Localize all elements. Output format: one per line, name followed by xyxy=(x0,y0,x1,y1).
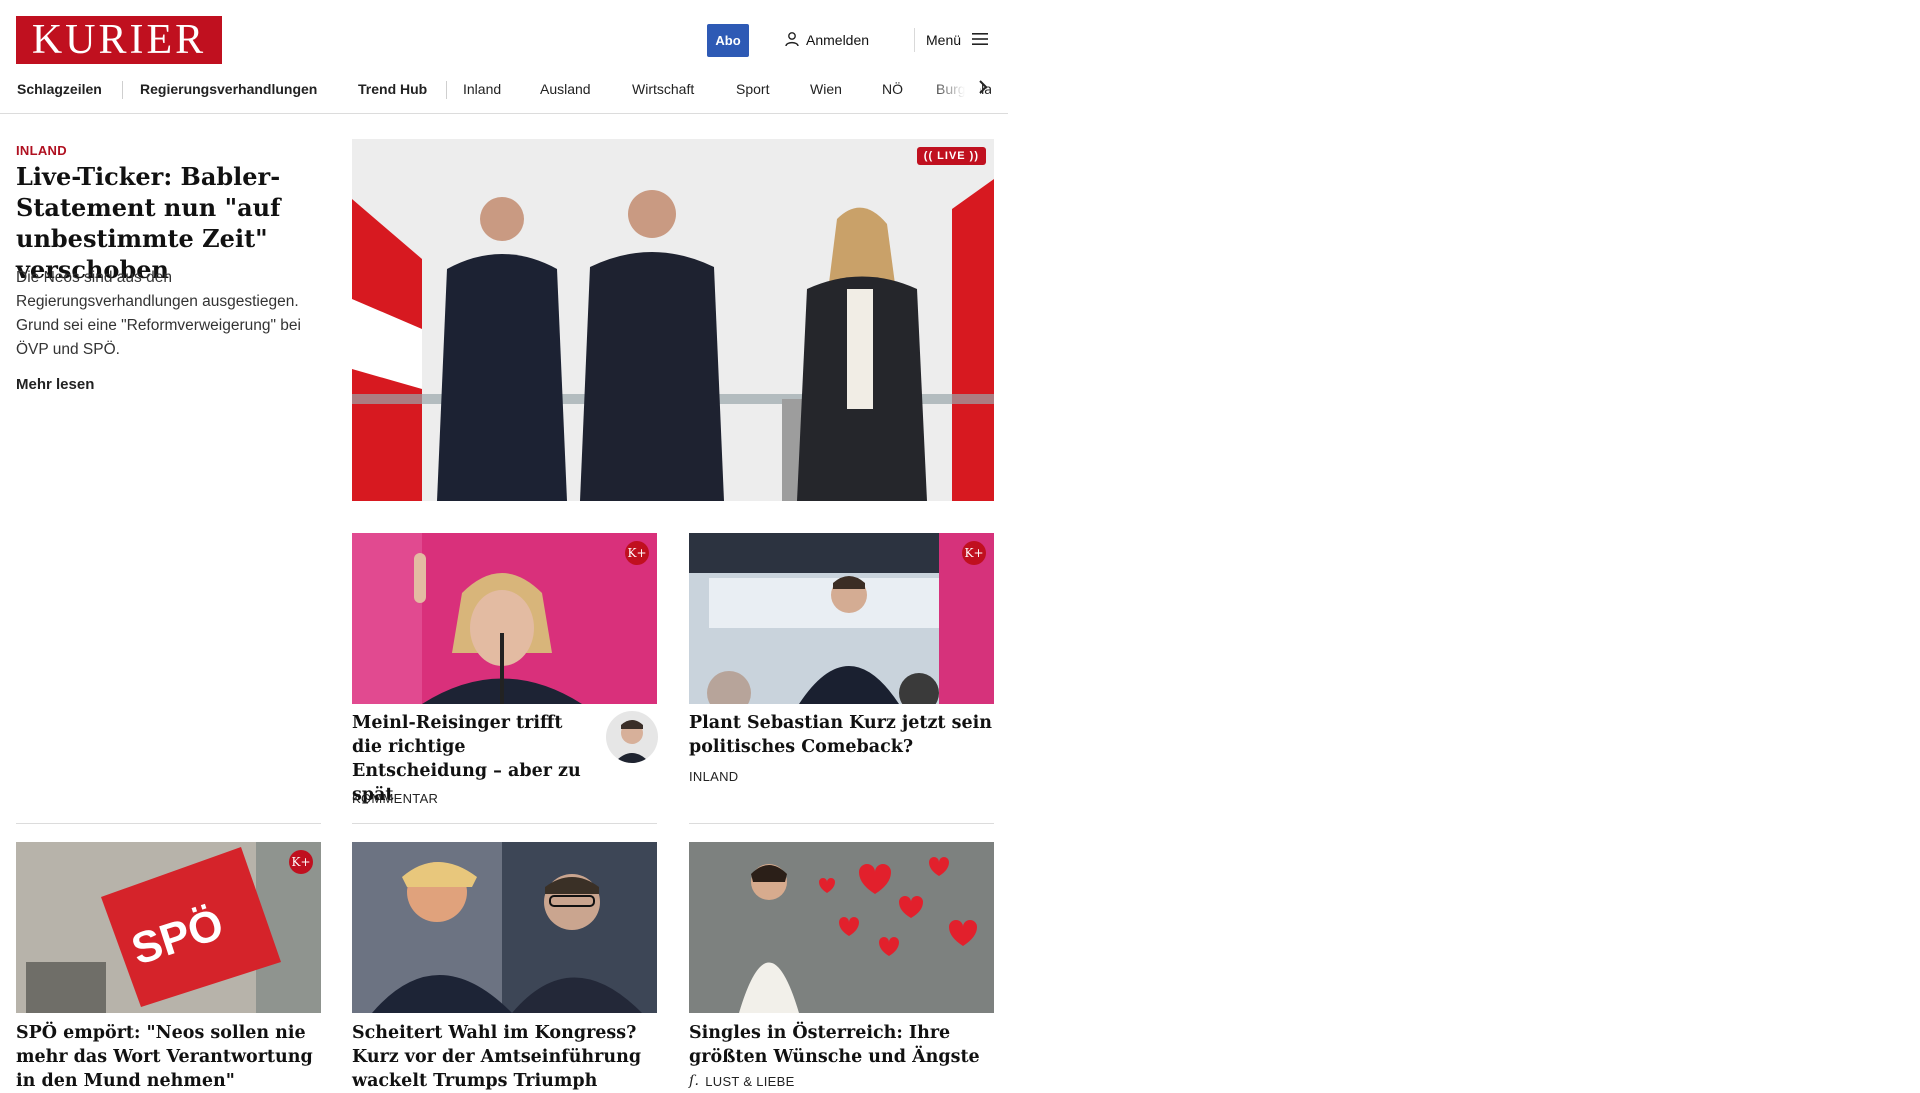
card-tag-label: LUST & LIEBE xyxy=(705,1073,795,1089)
nav-scroll-right-button[interactable] xyxy=(975,76,991,102)
kplus-badge-icon: K+ xyxy=(625,541,649,565)
section-divider xyxy=(16,823,321,824)
nav-divider xyxy=(446,81,447,99)
menu-label: Menü xyxy=(926,32,962,48)
card-tag[interactable]: INLAND xyxy=(689,769,738,784)
lead-kicker[interactable]: INLAND xyxy=(16,143,67,158)
card-title[interactable]: SPÖ empört: "Neos sollen nie mehr das Wo… xyxy=(16,1021,321,1093)
chevron-right-icon xyxy=(978,79,988,100)
lead-image[interactable]: (( LIVE )) xyxy=(352,139,994,501)
kurier-logo[interactable]: KURIER xyxy=(16,16,222,64)
lust-liebe-icon: ſ. xyxy=(689,1073,700,1089)
user-icon xyxy=(784,31,800,50)
header-divider xyxy=(914,28,915,52)
card-tag[interactable]: ſ. LUST & LIEBE xyxy=(689,1073,795,1089)
card-image[interactable]: K+ xyxy=(689,533,994,704)
section-divider xyxy=(352,823,657,824)
card-image[interactable]: SPÖ K+ xyxy=(16,842,321,1013)
kplus-badge-icon: K+ xyxy=(289,850,313,874)
login-button[interactable]: Anmelden xyxy=(784,28,869,52)
nav-item-regierungsverhandlungen[interactable]: Regierungsverhandlungen xyxy=(140,76,317,102)
nav-item-wien[interactable]: Wien xyxy=(810,76,842,102)
menu-button[interactable]: Menü xyxy=(926,28,989,52)
card-title[interactable]: Singles in Österreich: Ihre größten Wüns… xyxy=(689,1021,994,1069)
live-badge: (( LIVE )) xyxy=(916,147,986,165)
nav-divider-line xyxy=(0,113,1008,114)
login-label: Anmelden xyxy=(806,32,870,48)
kplus-badge-icon: K+ xyxy=(962,541,986,565)
card-title[interactable]: Plant Sebastian Kurz jetzt sein po­litis… xyxy=(689,711,994,759)
card-tag[interactable]: KOMMENTAR xyxy=(352,791,438,806)
card-title[interactable]: Scheitert Wahl im Kongress? Kurz vor der… xyxy=(352,1021,657,1093)
read-more-link[interactable]: Mehr lesen xyxy=(16,376,94,393)
nav-divider xyxy=(122,81,123,99)
card-image[interactable] xyxy=(352,842,657,1013)
nav-item-sport[interactable]: Sport xyxy=(736,76,769,102)
nav-item-inland[interactable]: Inland xyxy=(463,76,501,102)
nav-item-schlagzeilen[interactable]: Schlagzeilen xyxy=(17,76,102,102)
lead-teaser: Die Neos sind aus den Regierungsverhandl… xyxy=(16,269,301,358)
nav-item-trend-hub[interactable]: Trend Hub xyxy=(358,76,427,102)
author-avatar xyxy=(606,711,658,763)
nav-fade xyxy=(930,74,980,102)
hamburger-menu-icon xyxy=(971,32,989,49)
card-image[interactable]: K+ xyxy=(352,533,657,704)
nav-item-wirtschaft[interactable]: Wirtschaft xyxy=(632,76,694,102)
category-nav: Schlagzeilen Regierungsverhandlungen Tre… xyxy=(16,76,991,102)
abo-button[interactable]: Abo xyxy=(707,24,749,57)
section-divider xyxy=(689,823,994,824)
nav-item-noe[interactable]: NÖ xyxy=(882,76,903,102)
card-image[interactable] xyxy=(689,842,994,1013)
nav-item-ausland[interactable]: Ausland xyxy=(540,76,591,102)
